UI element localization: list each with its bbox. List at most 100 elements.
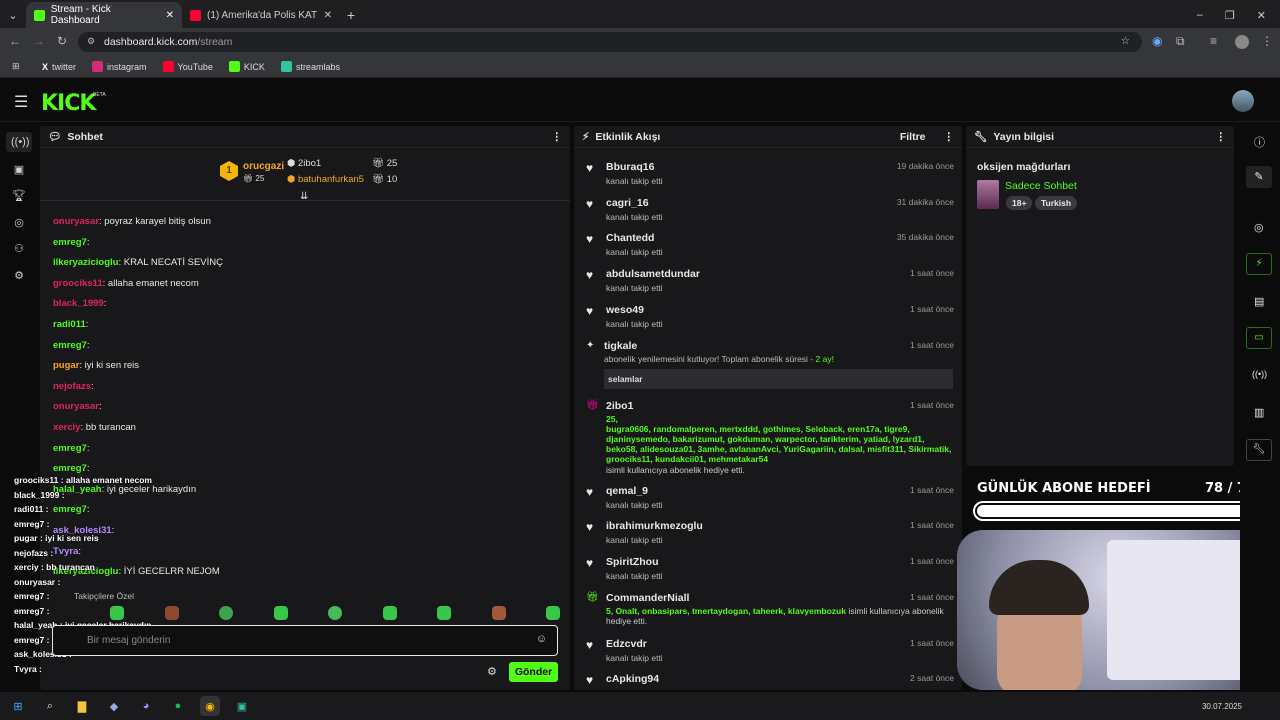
hamburger-menu-icon[interactable]: ☰	[14, 92, 28, 112]
chat-username[interactable]: Tvyra	[53, 546, 78, 557]
new-tab-button[interactable]: +	[340, 2, 362, 28]
chat-username[interactable]: emreg7	[53, 443, 87, 454]
app-icon[interactable]: ◆	[104, 696, 124, 716]
chat-username[interactable]: onuryasar	[53, 401, 99, 412]
close-icon[interactable]: ✕	[166, 10, 174, 21]
apps-grid-icon[interactable]: ⊞	[12, 61, 20, 72]
target-icon[interactable]: ◎	[11, 216, 27, 232]
discord-icon[interactable]: ◕	[136, 696, 156, 716]
activity-user[interactable]: Edzcvdr	[606, 638, 954, 650]
chat-settings-icon[interactable]: ⚙	[487, 665, 497, 678]
bookmark-youtube[interactable]: YouTube	[162, 61, 213, 72]
forward-icon[interactable]: →	[33, 34, 45, 48]
gifter-name[interactable]: 2ibo1	[298, 158, 321, 169]
chat-username[interactable]: xerciy	[53, 422, 80, 433]
gifter-name[interactable]: batuhanfurkan5	[298, 174, 364, 185]
category-thumbnail[interactable]	[977, 180, 999, 209]
activity-menu-icon[interactable]: ⋮	[944, 131, 955, 143]
bookmark-streamlabs[interactable]: streamlabs	[280, 61, 340, 72]
chat-username[interactable]: nejofazs	[53, 381, 91, 392]
chat-username[interactable]: emreg7	[53, 237, 87, 248]
activity-user[interactable]: abdulsametdundar	[606, 268, 954, 280]
bookmark-star-icon[interactable]: ☆	[1121, 35, 1130, 47]
settings-icon[interactable]: ⚙	[11, 269, 27, 285]
chat-username[interactable]: ilkeryazicioglu	[53, 257, 118, 268]
chat-username[interactable]: groociks11	[53, 278, 103, 289]
emote-icon[interactable]	[437, 606, 451, 620]
tab-youtube[interactable]: (1) Amerika'da Polis KATİLİ Olm ✕	[182, 2, 340, 28]
gift-user[interactable]: CommanderNiall	[606, 592, 954, 604]
chat-username[interactable]: emreg7	[53, 463, 87, 474]
back-icon[interactable]: ←	[9, 34, 21, 48]
send-button[interactable]: Gönder	[509, 662, 558, 682]
tab-search-icon[interactable]: ⌄	[0, 2, 26, 28]
bookmark-instagram[interactable]: instagram	[92, 61, 147, 72]
extensions-puzzle-icon[interactable]: ⧉	[1176, 34, 1185, 49]
kick-logo[interactable]: KICK	[41, 91, 96, 116]
tools-icon[interactable]: 🔧︎	[1246, 439, 1272, 461]
emote-icon[interactable]	[491, 606, 506, 620]
users-icon[interactable]: ⚇	[11, 242, 27, 258]
edit-icon[interactable]: ✎	[1246, 166, 1272, 188]
activity-user[interactable]: SpiritZhou	[606, 556, 954, 568]
file-explorer-icon[interactable]: ▇	[72, 696, 92, 716]
chat-username[interactable]: pugar	[53, 360, 79, 371]
spotify-icon[interactable]: ●	[168, 696, 188, 716]
layout-icon[interactable]: ▥	[1254, 406, 1264, 419]
search-icon[interactable]: ⌕	[40, 696, 60, 716]
quick-action-icon[interactable]: ⚡︎	[1246, 253, 1272, 275]
resub-user[interactable]: tigkale	[604, 340, 954, 352]
chat-username[interactable]: emreg7	[53, 504, 87, 515]
chat-toggle-icon[interactable]: ▭	[1246, 327, 1272, 349]
chat-menu-icon[interactable]: ⋮	[552, 131, 563, 143]
chat-username[interactable]: emreg7	[53, 340, 87, 351]
url-field[interactable]: ⚙ dashboard.kick.com/stream ☆	[78, 32, 1142, 52]
trophy-icon[interactable]: 🏆︎	[11, 189, 27, 205]
filter-button[interactable]: Filtre	[900, 131, 926, 143]
emoji-icon[interactable]: ☺	[536, 633, 547, 645]
close-window-icon[interactable]: ✕	[1257, 9, 1266, 22]
emote-icon[interactable]	[164, 606, 179, 620]
profile-avatar[interactable]	[1235, 35, 1249, 49]
dashboard-icon[interactable]: ▣	[11, 163, 27, 179]
chat-username[interactable]: onuryasar	[53, 216, 99, 227]
stream-info-menu-icon[interactable]: ⋮	[1216, 131, 1227, 143]
chrome-icon[interactable]: ◉	[200, 696, 220, 716]
emote-icon[interactable]	[328, 606, 342, 620]
site-info-icon[interactable]: ⚙	[87, 36, 95, 47]
gift-user[interactable]: 2ibo1	[606, 400, 954, 412]
top-gifter-name[interactable]: orucgazi	[243, 161, 284, 172]
broadcast-icon[interactable]: ((•))	[1252, 369, 1267, 379]
activity-user[interactable]: ibrahimurkmezoglu	[606, 520, 954, 532]
emote-icon[interactable]	[110, 606, 124, 620]
camera-icon[interactable]: ◎	[1254, 221, 1264, 234]
activity-user[interactable]: qemal_9	[606, 485, 954, 497]
activity-user[interactable]: weso49	[606, 304, 954, 316]
clipboard-icon[interactable]: ▤	[1254, 295, 1264, 308]
reload-icon[interactable]: ↻	[57, 34, 67, 48]
emote-icon[interactable]	[546, 606, 560, 620]
menu-icon[interactable]: ⋮	[1261, 34, 1273, 48]
emote-icon[interactable]	[273, 606, 288, 620]
streamlabs-icon[interactable]: ▣	[232, 696, 252, 716]
media-icon[interactable]: ≡	[1210, 34, 1217, 48]
info-icon[interactable]: ⓘ	[1254, 134, 1265, 150]
bookmark-twitter[interactable]: Xtwitter	[42, 62, 76, 72]
tab-kick-dashboard[interactable]: Stream - Kick Dashboard ✕	[26, 2, 182, 28]
extension-icon[interactable]: ◉	[1152, 34, 1162, 48]
chat-username[interactable]: radi011	[53, 319, 86, 330]
emote-icon[interactable]	[382, 606, 397, 620]
close-icon[interactable]: ✕	[324, 10, 332, 21]
stream-icon[interactable]: ((•))	[11, 136, 30, 152]
minimize-icon[interactable]: –	[1197, 9, 1203, 21]
windows-start-icon[interactable]: ⊞	[8, 696, 28, 716]
emote-icon[interactable]	[219, 606, 233, 620]
restore-icon[interactable]: ❐	[1225, 9, 1235, 22]
category-link[interactable]: Sadece Sohbet	[1005, 180, 1077, 192]
emote-tab-label[interactable]: Takipçilere Özel	[74, 591, 134, 601]
bookmark-kick[interactable]: KICK	[228, 61, 265, 72]
chat-username[interactable]: black_1999	[53, 298, 104, 309]
activity-user[interactable]: cApking94	[606, 673, 954, 685]
chat-input[interactable]: Bir mesaj gönderin ☺	[52, 625, 558, 656]
user-avatar[interactable]	[1232, 90, 1254, 112]
